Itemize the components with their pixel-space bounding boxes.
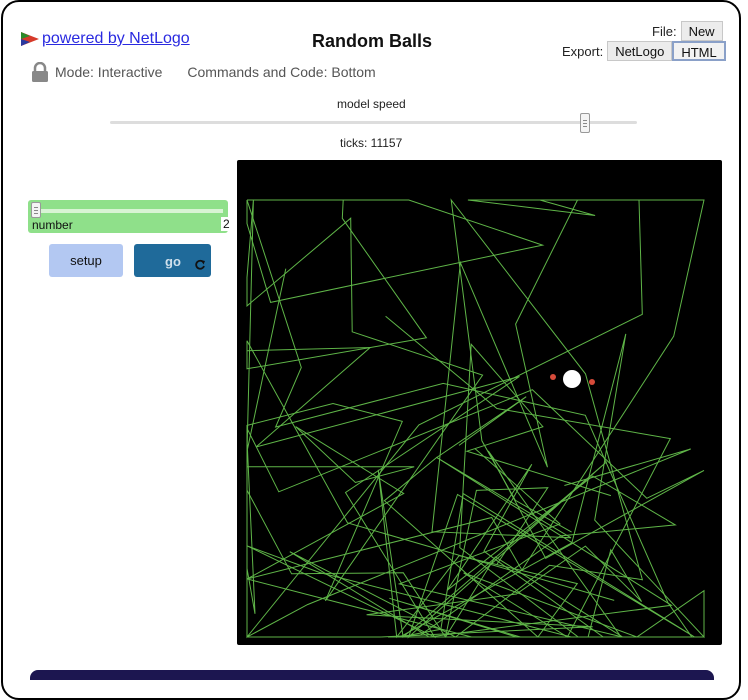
mode-text: Mode: Interactive xyxy=(55,64,163,80)
red-dot xyxy=(589,379,595,385)
model-speed-label: model speed xyxy=(337,97,406,111)
export-netlogo-button[interactable]: NetLogo xyxy=(607,41,673,61)
number-slider-track[interactable] xyxy=(33,209,223,213)
white-ball xyxy=(563,370,581,388)
mode-row: Mode: Interactive Commands and Code: Bot… xyxy=(31,62,376,82)
number-slider[interactable]: number 2 xyxy=(28,200,251,233)
red-dot xyxy=(550,374,556,380)
export-row: Export: NetLogo HTML xyxy=(562,41,726,61)
world-view[interactable] xyxy=(237,160,722,645)
number-slider-thumb[interactable] xyxy=(31,202,41,218)
number-slider-label: number xyxy=(32,218,73,232)
powered-by-text: powered by NetLogo xyxy=(42,30,190,47)
forever-icon xyxy=(195,259,205,270)
export-label: Export: xyxy=(562,43,604,59)
file-label: File: xyxy=(652,23,677,39)
model-speed-thumb[interactable] xyxy=(580,113,590,133)
go-button[interactable]: go xyxy=(134,244,211,277)
commands-code-text: Commands and Code: Bottom xyxy=(187,64,376,80)
powered-by-netlogo-link[interactable]: powered by NetLogo xyxy=(20,30,190,48)
export-html-button[interactable]: HTML xyxy=(672,41,726,61)
lock-icon[interactable] xyxy=(31,62,49,82)
bottom-panel-edge xyxy=(30,670,714,680)
model-title: Random Balls xyxy=(312,31,433,51)
model-speed-track[interactable] xyxy=(110,121,637,124)
setup-button[interactable]: setup xyxy=(49,244,123,277)
file-row: File: New xyxy=(652,21,723,41)
new-button[interactable]: New xyxy=(680,21,723,41)
ball-trails xyxy=(246,198,705,639)
netlogo-logo-icon xyxy=(21,32,39,46)
ticks-counter: ticks: 11157 xyxy=(340,136,403,150)
go-label: go xyxy=(165,254,181,269)
trail-path xyxy=(246,199,693,638)
